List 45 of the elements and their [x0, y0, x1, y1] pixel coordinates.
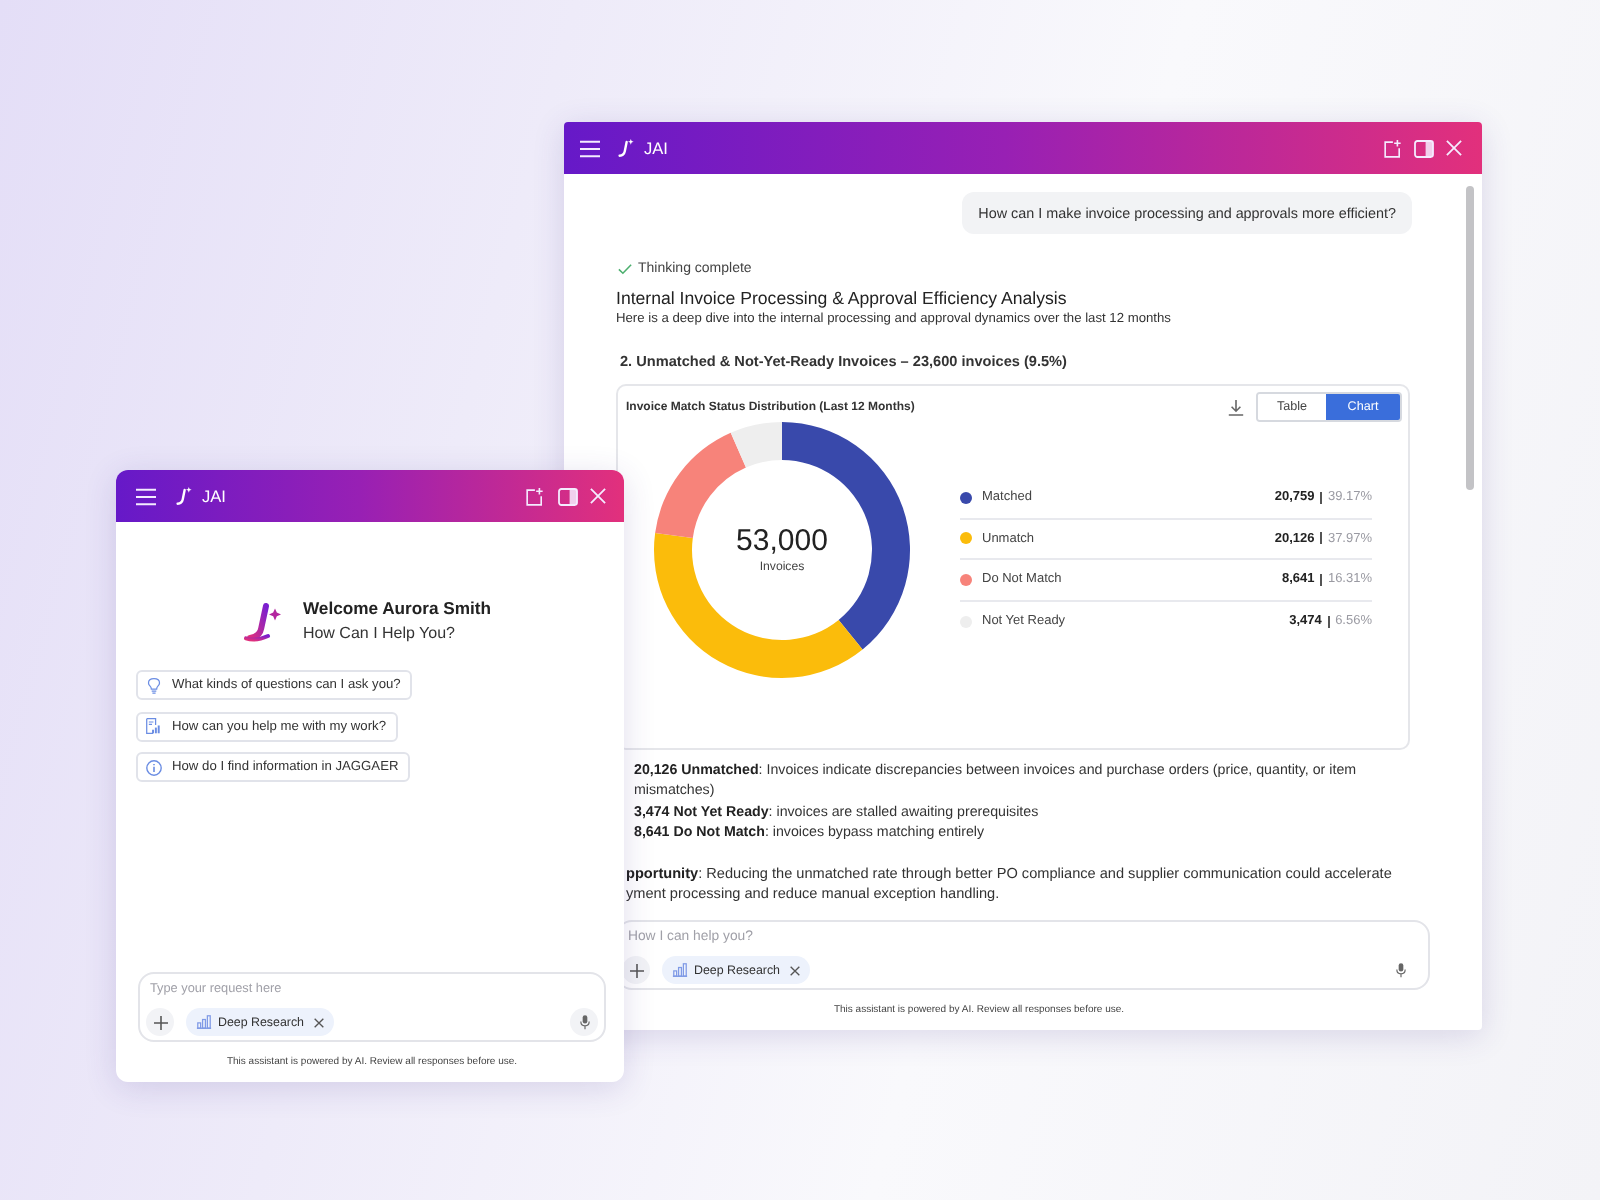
scrollbar-thumb[interactable]	[1466, 186, 1474, 490]
add-button[interactable]	[622, 956, 650, 985]
app-title: JAI	[202, 486, 226, 506]
sparkle-logo-icon	[244, 600, 285, 642]
check-icon	[618, 261, 632, 275]
microphone-icon	[1395, 962, 1405, 979]
sparkle-logo-icon	[175, 486, 191, 506]
plus-icon	[629, 963, 643, 978]
bar-chart-icon	[196, 1014, 212, 1030]
panel-icon	[557, 487, 577, 505]
side-panel-button[interactable]	[557, 487, 577, 505]
center-value: 53,000	[736, 524, 828, 560]
close-icon	[1446, 140, 1462, 156]
close-button[interactable]	[590, 488, 606, 504]
close-icon	[790, 965, 800, 976]
side-panel-button[interactable]	[1414, 139, 1434, 157]
menu-button[interactable]	[580, 139, 600, 157]
close-icon	[590, 488, 606, 504]
welcome-title: Welcome Aurora Smith	[302, 596, 492, 620]
microphone-button[interactable]	[570, 1008, 598, 1036]
new-chat-button[interactable]	[524, 487, 544, 505]
download-button[interactable]	[1228, 399, 1244, 415]
microphone-icon	[579, 1014, 589, 1030]
document-chart-icon	[146, 718, 162, 734]
remove-chip-button[interactable]	[314, 1017, 324, 1027]
menu-icon	[136, 487, 156, 505]
download-icon	[1228, 399, 1244, 415]
info-icon	[146, 759, 162, 775]
menu-icon	[580, 139, 600, 157]
plus-icon	[153, 1015, 167, 1029]
welcome-prompt: How Can I Help You?	[302, 622, 458, 646]
close-icon	[314, 1017, 324, 1027]
menu-button[interactable]	[136, 487, 156, 505]
light-bulb-icon	[146, 677, 162, 693]
close-button[interactable]	[1446, 140, 1462, 156]
sparkle-logo-icon	[618, 138, 634, 158]
square-plus-icon	[524, 487, 544, 505]
app-title: JAI	[644, 138, 668, 158]
bar-chart-icon	[672, 962, 688, 979]
new-chat-button[interactable]	[1382, 139, 1402, 157]
remove-chip-button[interactable]	[790, 965, 800, 976]
add-button[interactable]	[146, 1008, 174, 1036]
heading: Internal Invoice Processing & Approval Efficiency Analysis	[616, 286, 1069, 310]
panel-icon	[1414, 139, 1434, 157]
square-plus-icon	[1382, 139, 1402, 157]
